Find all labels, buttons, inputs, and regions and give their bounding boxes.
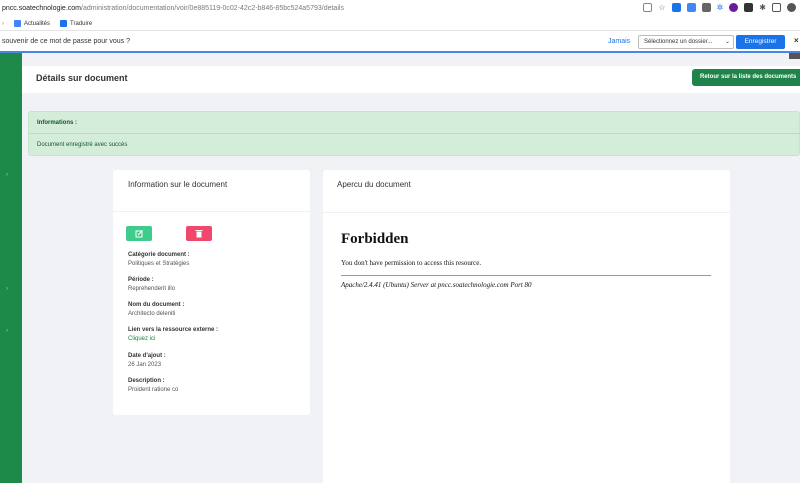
alert-divider: [29, 133, 800, 134]
folder-select-value: Sélectionnez un dossier...: [644, 39, 713, 45]
field-label-name: Nom du document :: [128, 302, 185, 308]
field-label-description: Description :: [128, 378, 165, 384]
back-to-list-button[interactable]: Retour sur la liste des documents: [692, 69, 800, 86]
chevron-right-icon[interactable]: ›: [6, 328, 8, 334]
share-icon[interactable]: [643, 3, 653, 12]
extension-icon[interactable]: [671, 3, 681, 12]
field-label-period: Période :: [128, 277, 154, 283]
document-preview-frame[interactable]: Forbidden You don't have permission to a…: [323, 212, 730, 483]
page-title: Détails sur document: [36, 73, 128, 83]
external-resource-link[interactable]: Cliquez ici: [128, 336, 155, 342]
preview-card-title: Apercu du document: [337, 180, 411, 189]
server-address: Apache/2.4.41 (Ubuntu) Server at pncc.so…: [341, 281, 532, 289]
field-value-name: Architecto deleniti: [128, 311, 176, 317]
forbidden-message: You don't have permission to access this…: [341, 259, 482, 267]
chevron-icon: ›: [2, 20, 4, 27]
translate-icon: [60, 20, 68, 27]
bookmarks-bar: › Actualités Traduire: [0, 17, 800, 31]
bookmark-label: Actualités: [24, 20, 51, 27]
extension-icon[interactable]: [701, 3, 711, 12]
page-header: Détails sur document Retour sur la liste…: [22, 66, 800, 93]
extension-icon[interactable]: [744, 3, 754, 12]
news-icon: [14, 20, 21, 27]
alert-message: Document enregistré avec succès: [37, 142, 128, 148]
field-label-category: Catégorie document :: [128, 252, 190, 258]
scroll-indicator: [789, 53, 800, 59]
bookmark-label: Traduire: [70, 20, 93, 27]
delete-button[interactable]: [186, 226, 212, 241]
field-value-date: 26 Jan 2023: [128, 362, 162, 368]
url-path: /administration/documentation/voir/0e885…: [81, 5, 344, 12]
save-password-button[interactable]: Enregistrer: [736, 35, 785, 49]
bookmark-news[interactable]: Actualités: [14, 20, 50, 27]
field-label-date: Date d'ajout :: [128, 353, 166, 359]
chevron-down-icon: ⌄: [724, 39, 730, 45]
edit-icon: [135, 230, 143, 238]
field-value-period: Reprehenderit illo: [128, 286, 176, 292]
field-value-description: Proident ratione co: [128, 387, 179, 393]
sidepanel-icon[interactable]: [772, 3, 781, 12]
bookmark-translate[interactable]: Traduire: [60, 20, 92, 27]
field-value-category: Politiques et Stratégies: [128, 261, 190, 267]
browser-toolbar-icons: ☆ ✲ ✱: [643, 3, 796, 12]
chevron-right-icon[interactable]: ›: [6, 286, 8, 292]
password-question: souvenir de ce mot de passe pour vous ?: [2, 37, 131, 45]
bookmark-star-icon[interactable]: ☆: [658, 3, 665, 12]
password-save-bar: souvenir de ce mot de passe pour vous ? …: [0, 31, 800, 53]
gear-icon[interactable]: ✲: [717, 3, 724, 12]
browser-url-bar[interactable]: pncc.soatechnologie.com/administration/d…: [0, 0, 800, 17]
close-icon[interactable]: ×: [794, 36, 799, 45]
card-divider: [113, 211, 310, 212]
edit-button[interactable]: [126, 226, 152, 241]
extension-icon[interactable]: [686, 3, 696, 12]
never-button[interactable]: Jamais: [608, 38, 630, 45]
success-alert: Informations : Document enregistré avec …: [28, 111, 800, 156]
profile-icon[interactable]: [787, 3, 796, 12]
document-preview-card: Apercu du document Forbidden You don't h…: [323, 170, 730, 483]
trash-icon: [195, 230, 203, 238]
field-label-link: Lien vers la ressource externe :: [128, 327, 219, 333]
url-host: pncc.soatechnologie.com: [2, 5, 81, 12]
forbidden-divider: [341, 275, 711, 276]
chevron-right-icon[interactable]: ›: [6, 172, 8, 178]
document-info-card: Information sur le document Catégorie do…: [113, 170, 310, 415]
alert-title: Informations :: [37, 120, 77, 126]
extension-icon[interactable]: [729, 3, 739, 12]
app-sidebar: › › ›: [0, 53, 22, 483]
info-card-title: Information sur le document: [128, 180, 228, 189]
address-bar[interactable]: pncc.soatechnologie.com/administration/d…: [0, 5, 344, 12]
forbidden-heading: Forbidden: [341, 231, 409, 247]
puzzle-icon[interactable]: ✱: [759, 3, 766, 12]
folder-select[interactable]: Sélectionnez un dossier... ⌄: [638, 35, 734, 49]
